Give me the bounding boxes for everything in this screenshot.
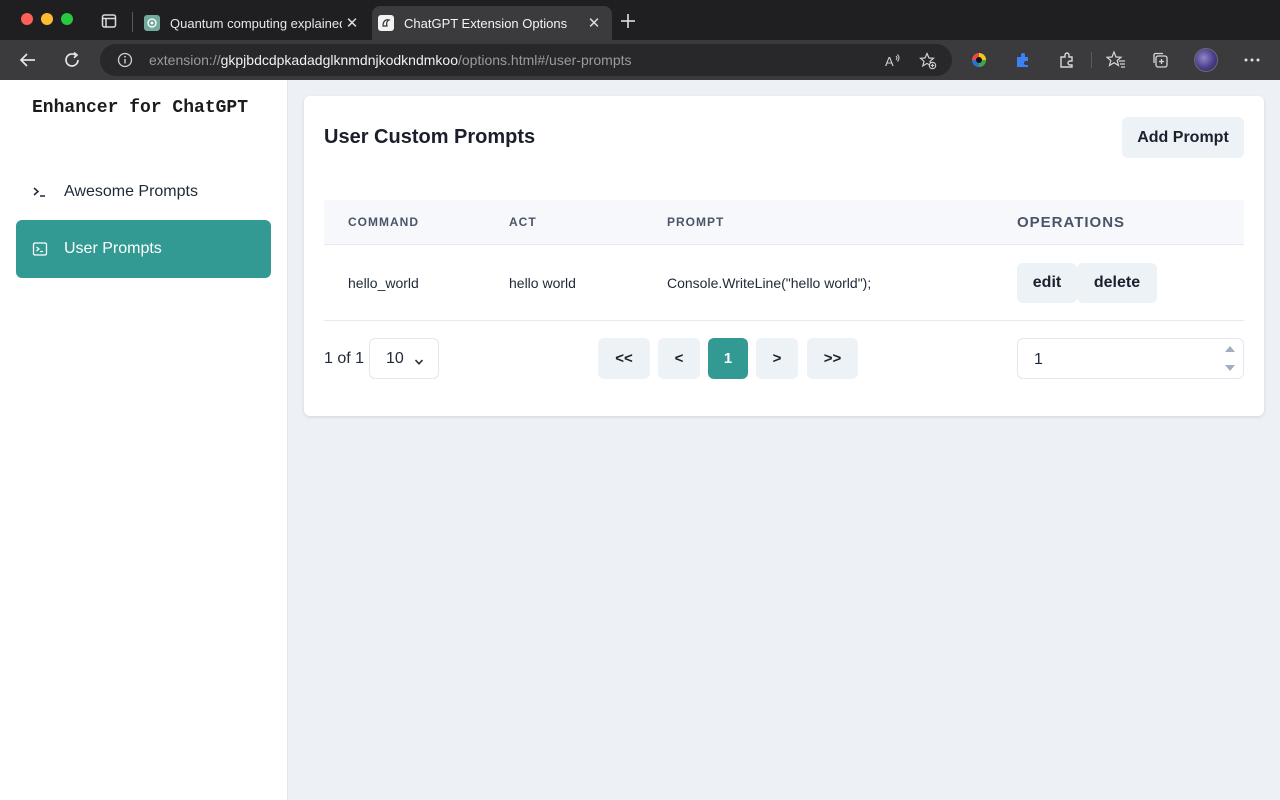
chatgpt-extension-icon: [378, 15, 394, 31]
terminal-icon: [32, 184, 48, 200]
openai-icon: [144, 15, 160, 31]
browser-tab-strip: Quantum computing explained ✕ ChatGPT Ex…: [0, 0, 1280, 40]
stepper-up-icon[interactable]: [1223, 342, 1237, 356]
close-icon[interactable]: ✕: [584, 13, 604, 33]
browser-toolbar: extension://gkpjbdcdpkadadglknmdnjkodknd…: [0, 40, 1280, 80]
column-header-operations: OPERATIONS: [1017, 214, 1126, 231]
address-url: extension://gkpjbdcdpkadadglknmdnjkodknd…: [149, 44, 632, 76]
page-title: User Custom Prompts: [324, 126, 536, 148]
goto-page-input[interactable]: 1: [1017, 338, 1244, 379]
add-prompt-button[interactable]: Add Prompt: [1122, 117, 1244, 158]
close-icon[interactable]: ✕: [342, 13, 362, 33]
table-row: hello_world hello world Console.WriteLin…: [324, 245, 1244, 321]
stepper-down-icon[interactable]: [1223, 361, 1237, 375]
url-scheme: extension://: [149, 52, 221, 68]
favorite-add-icon[interactable]: [918, 52, 937, 70]
tab-actions-icon[interactable]: [100, 12, 118, 30]
collections-icon[interactable]: [1150, 50, 1170, 70]
puzzle-icon[interactable]: [1013, 50, 1033, 70]
prompts-card: User Custom Prompts Add Prompt COMMAND A…: [304, 96, 1264, 416]
cell-prompt: Console.WriteLine("hello world");: [667, 275, 872, 291]
profile-avatar[interactable]: [1194, 48, 1218, 72]
favorites-icon[interactable]: [1105, 50, 1126, 70]
svg-text:A: A: [885, 54, 894, 69]
window-close-button[interactable]: [21, 13, 33, 25]
read-aloud-icon[interactable]: A: [884, 52, 902, 70]
url-host: gkpjbdcdpkadadglknmdnjkodkndmkoo: [220, 52, 458, 68]
toolbar-separator: [1091, 52, 1092, 68]
table-header: COMMAND ACT PROMPT OPERATIONS: [324, 200, 1244, 245]
url-path: /options.html#/user-prompts: [458, 52, 632, 68]
chevron-down-icon: [414, 354, 424, 365]
goto-page-value: 1: [1034, 351, 1043, 368]
next-page-button[interactable]: >: [756, 338, 798, 379]
sidebar-item-label: Awesome Prompts: [64, 183, 198, 200]
column-header-prompt: PROMPT: [667, 215, 725, 229]
address-bar[interactable]: extension://gkpjbdcdpkadadglknmdnjkodknd…: [100, 44, 952, 76]
extensions-icon[interactable]: [1057, 50, 1077, 70]
column-header-command: COMMAND: [348, 215, 419, 229]
terminal-box-icon: [32, 241, 48, 257]
cell-act: hello world: [509, 275, 576, 291]
sidebar: Enhancer for ChatGPT Awesome Prompts Use…: [0, 80, 288, 800]
more-menu-icon[interactable]: [1242, 50, 1262, 70]
tab-title: ChatGPT Extension Options: [404, 15, 568, 31]
tab-separator: [132, 12, 133, 32]
sidebar-item-label: User Prompts: [64, 240, 162, 257]
pagination-info: 1 of 1: [324, 350, 365, 367]
tab-quantum-computing[interactable]: Quantum computing explained ✕: [138, 6, 370, 40]
back-arrow-icon[interactable]: [17, 49, 39, 71]
first-page-button[interactable]: <<: [598, 338, 650, 379]
delete-button[interactable]: delete: [1077, 263, 1157, 303]
site-info-icon[interactable]: [117, 52, 133, 68]
sidebar-item-awesome-prompts[interactable]: Awesome Prompts: [16, 163, 271, 221]
tab-title: Quantum computing explained: [170, 15, 342, 31]
brand-title: Enhancer for ChatGPT: [32, 98, 249, 118]
new-tab-icon[interactable]: [618, 11, 638, 31]
page-size-value: 10: [386, 349, 404, 367]
page-size-select[interactable]: 10: [369, 338, 439, 379]
window-minimize-button[interactable]: [41, 13, 53, 25]
edit-button[interactable]: edit: [1017, 263, 1077, 303]
sidebar-item-user-prompts[interactable]: User Prompts: [16, 220, 271, 278]
options-page: Enhancer for ChatGPT Awesome Prompts Use…: [0, 80, 1280, 800]
current-page-button[interactable]: 1: [708, 338, 748, 379]
tab-extension-options[interactable]: ChatGPT Extension Options ✕: [372, 6, 612, 40]
cell-command: hello_world: [348, 275, 419, 291]
reload-icon[interactable]: [61, 49, 83, 71]
color-extension-icon[interactable]: [969, 50, 989, 70]
prev-page-button[interactable]: <: [658, 338, 700, 379]
last-page-button[interactable]: >>: [807, 338, 858, 379]
window-zoom-button[interactable]: [61, 13, 73, 25]
column-header-act: ACT: [509, 215, 537, 229]
